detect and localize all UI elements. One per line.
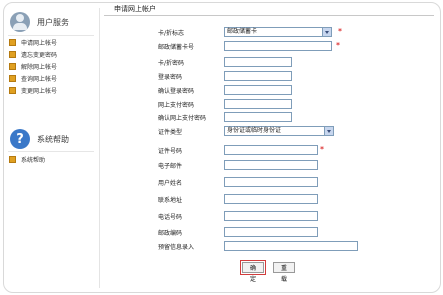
tab-bar: 申请网上帐户 — [104, 3, 434, 16]
confirm-login-password-input[interactable] — [224, 85, 292, 95]
row-confirm-login-password: 确认登录密码 — [0, 84, 443, 97]
online-pay-password-input[interactable] — [224, 99, 292, 109]
card-number-input[interactable] — [224, 41, 332, 51]
tab-apply-account: 申请网上帐户 — [114, 5, 156, 13]
card-flag-select[interactable]: 邮政储蓄卡 — [224, 27, 332, 37]
confirm-online-pay-password-label: 确认网上支付密码 — [158, 115, 207, 122]
id-number-input[interactable] — [224, 145, 318, 155]
reserved-info-input[interactable] — [224, 241, 358, 251]
confirm-online-pay-password-input[interactable] — [224, 112, 292, 122]
login-password-input[interactable] — [224, 71, 292, 81]
chevron-down-icon — [324, 127, 333, 135]
id-type-label: 证件类型 — [158, 129, 183, 136]
postcode-input[interactable] — [224, 227, 318, 237]
phone-label: 电话号码 — [158, 214, 183, 221]
confirm-button[interactable]: 确定 — [240, 260, 266, 283]
confirm-login-password-label: 确认登录密码 — [158, 88, 195, 95]
id-number-label: 证件号码 — [158, 148, 183, 155]
row-card-number: 邮政储蓄卡号 * — [0, 40, 443, 53]
row-login-password: 登录密码 — [0, 70, 443, 83]
row-phone: 电话号码 — [0, 210, 443, 223]
user-name-label: 用户姓名 — [158, 180, 183, 187]
phone-input[interactable] — [224, 211, 318, 221]
required-mark: * — [338, 27, 342, 36]
card-flag-label: 卡/折标志 — [158, 30, 185, 37]
chevron-down-icon — [322, 28, 331, 36]
row-email: 电子邮件 — [0, 159, 443, 172]
required-mark: * — [320, 145, 324, 154]
card-number-label: 邮政储蓄卡号 — [158, 44, 195, 51]
row-id-number: 证件号码 * — [0, 144, 443, 157]
row-card-password: 卡/折密码 — [0, 56, 443, 69]
reserved-info-label: 预留信息录入 — [158, 244, 195, 251]
row-reserved-info: 预留信息录入 — [0, 240, 443, 253]
id-type-select[interactable]: 身份证或临时身份证 — [224, 126, 334, 136]
row-id-type: 证件类型 身份证或临时身份证 — [0, 125, 443, 138]
user-name-input[interactable] — [224, 177, 318, 187]
online-pay-password-label: 网上支付密码 — [158, 102, 195, 109]
row-address: 联系地址 — [0, 193, 443, 206]
row-card-flag: 卡/折标志 邮政储蓄卡 * — [0, 26, 443, 39]
login-password-label: 登录密码 — [158, 74, 183, 81]
card-password-input[interactable] — [224, 57, 292, 67]
required-mark: * — [336, 41, 340, 50]
postcode-label: 邮政编码 — [158, 230, 183, 237]
row-online-pay-password: 网上支付密码 — [0, 98, 443, 111]
address-input[interactable] — [224, 194, 318, 204]
card-password-label: 卡/折密码 — [158, 60, 185, 67]
row-confirm-online-pay-password: 确认网上支付密码 — [0, 111, 443, 124]
address-label: 联系地址 — [158, 197, 183, 204]
reset-button[interactable]: 重载 — [273, 262, 295, 283]
row-postcode: 邮政编码 — [0, 226, 443, 239]
row-user-name: 用户姓名 — [0, 176, 443, 189]
email-label: 电子邮件 — [158, 163, 183, 170]
email-input[interactable] — [224, 160, 318, 170]
